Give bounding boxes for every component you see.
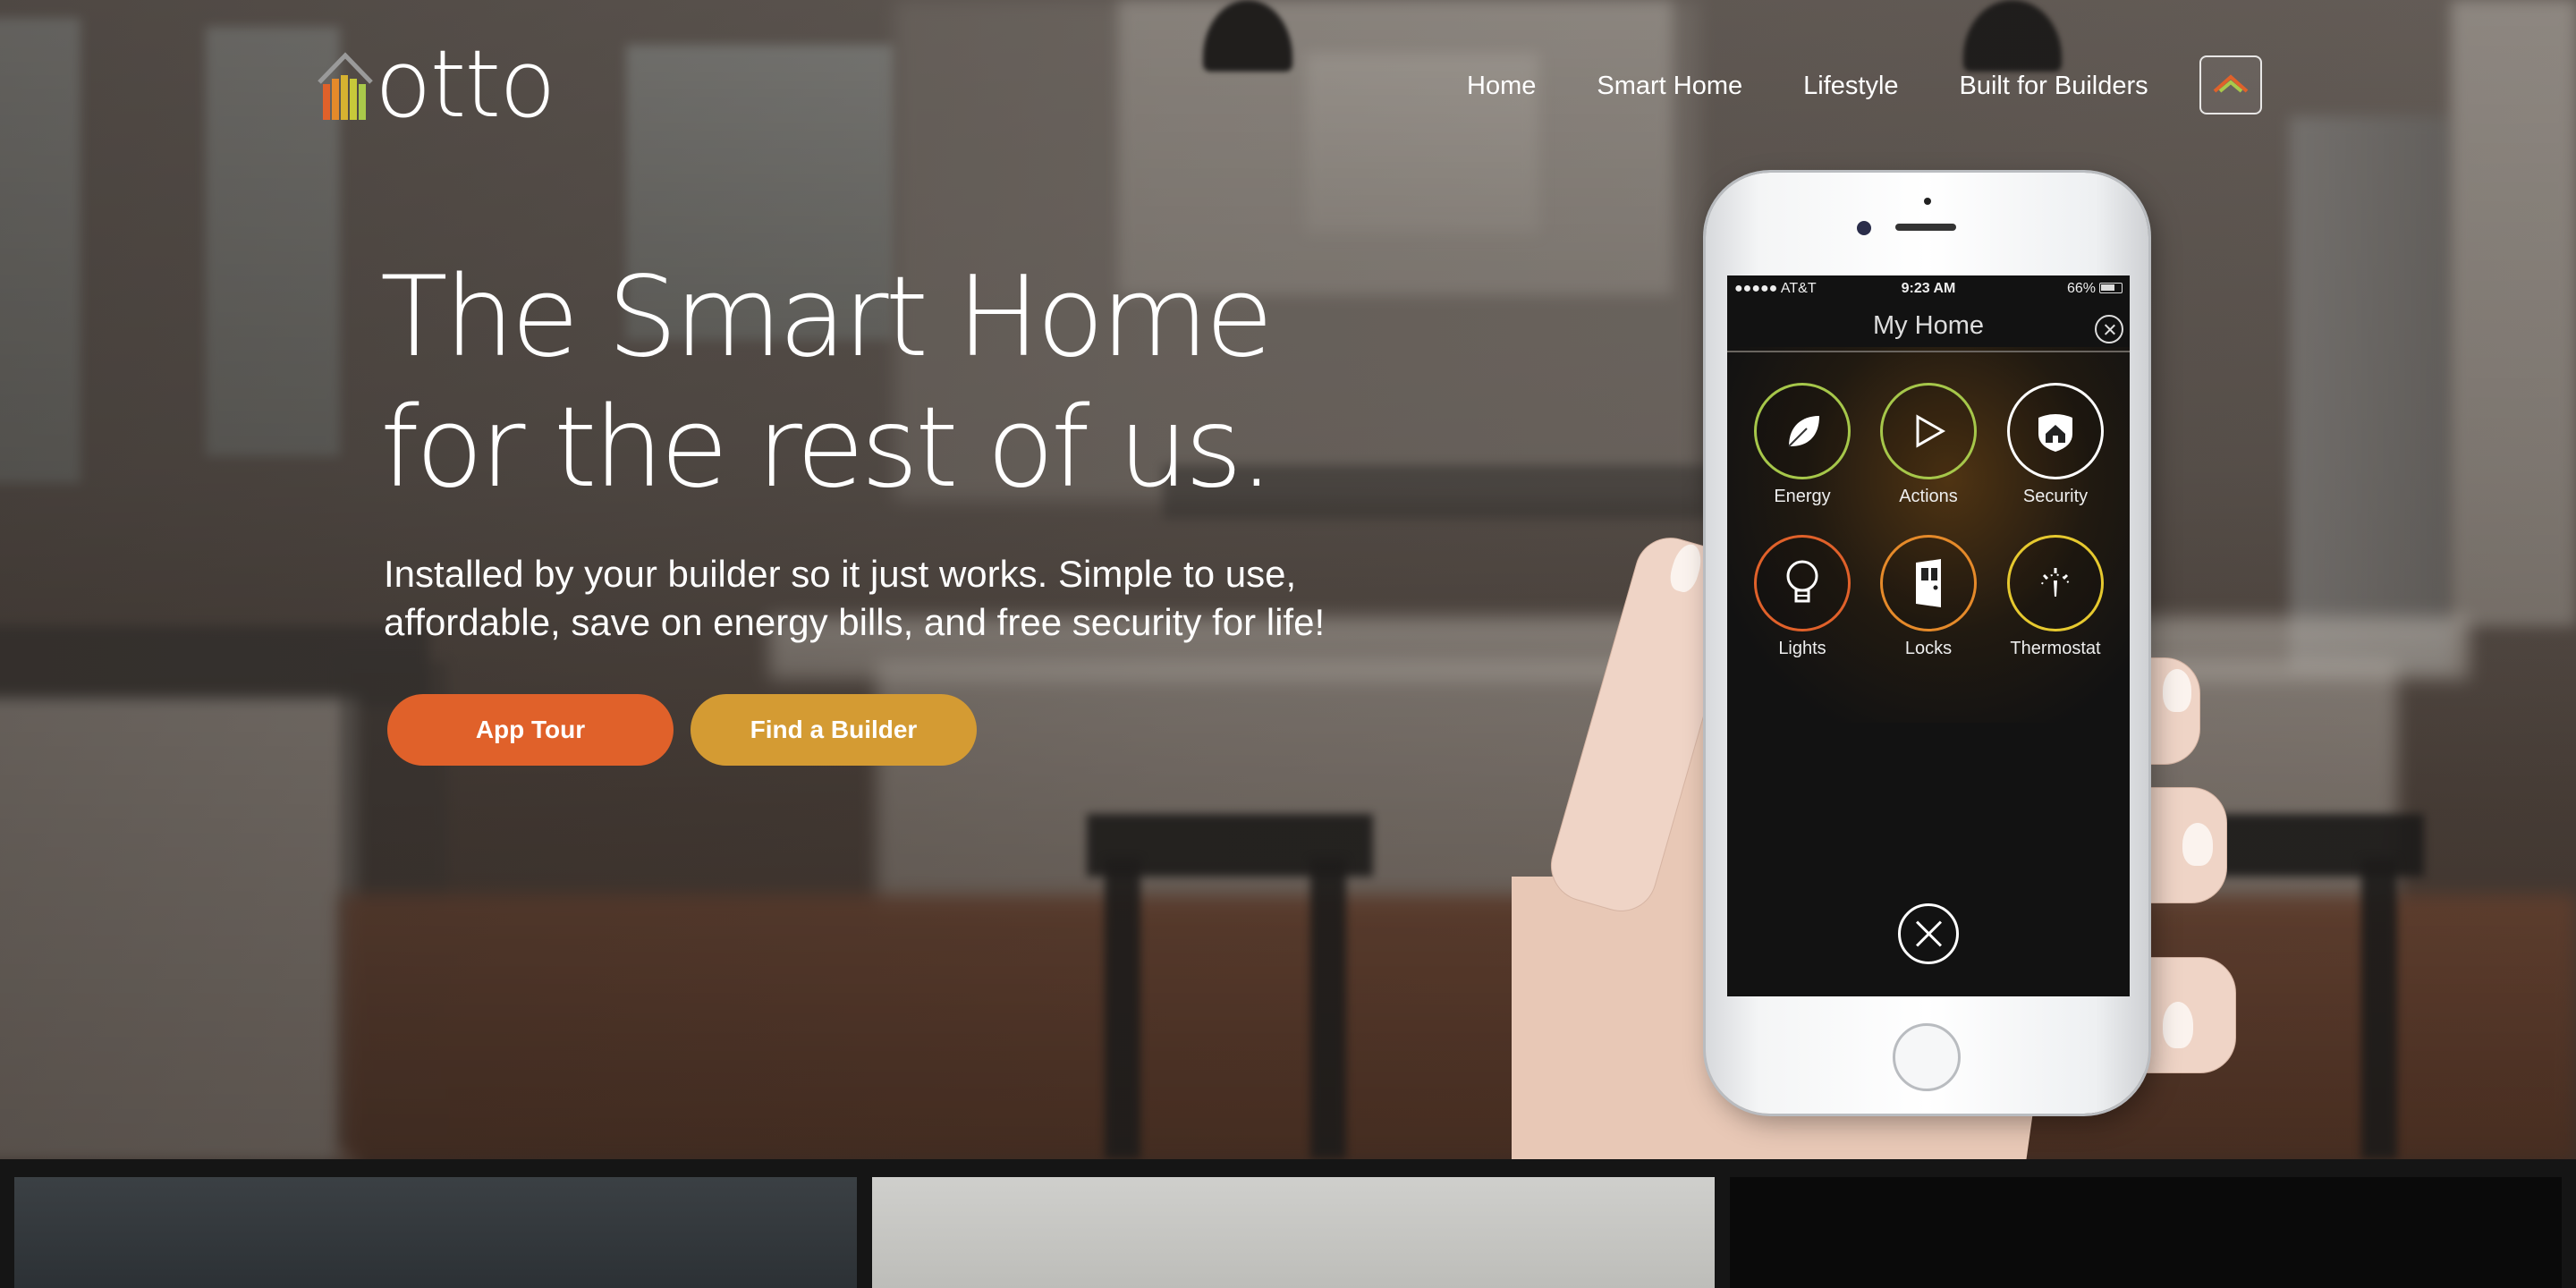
screen-title: My Home xyxy=(1872,311,1985,340)
phone-camera xyxy=(1857,221,1871,235)
feature-strip xyxy=(0,1159,2576,1288)
tile-locks[interactable]: Locks xyxy=(1875,535,1982,659)
bulb-icon xyxy=(1786,560,1818,603)
headline-line-2: for the rest of us. xyxy=(380,384,1275,513)
thermostat-icon xyxy=(2041,568,2070,597)
play-icon xyxy=(1916,414,1946,448)
tile-energy[interactable]: Energy xyxy=(1749,383,1856,507)
tile-actions[interactable]: Actions xyxy=(1875,383,1982,507)
nav-smart-home[interactable]: Smart Home xyxy=(1597,66,1742,106)
shield-home-icon xyxy=(2038,414,2072,452)
nav-built-for-builders[interactable]: Built for Builders xyxy=(1960,66,2148,106)
logo-house-icon xyxy=(318,48,373,122)
status-bar: ●●●●● AT&T 9:23 AM 66% xyxy=(1727,275,2130,302)
nav-home[interactable]: Home xyxy=(1467,66,1536,106)
tile-label: Security xyxy=(2022,487,2089,506)
logo[interactable]: otto xyxy=(318,30,556,139)
leaf-icon xyxy=(1788,416,1819,447)
phone-home-button[interactable] xyxy=(1893,1023,1961,1091)
close-icon[interactable] xyxy=(2095,315,2123,343)
hero-subhead: Installed by your builder so it just wor… xyxy=(384,553,1326,643)
feature-panel-3[interactable] xyxy=(1730,1177,2562,1288)
main-nav: Home Smart Home Lifestyle Built for Buil… xyxy=(1467,66,2148,106)
brand-name: otto xyxy=(375,30,556,139)
tile-label: Locks xyxy=(1904,639,1953,658)
hero-headline: The Smart Home for the rest of us. xyxy=(380,252,1275,513)
tile-lights[interactable]: Lights xyxy=(1749,535,1856,659)
door-icon xyxy=(1916,559,1941,607)
house-roof-icon xyxy=(2213,74,2249,93)
feature-panel-1[interactable] xyxy=(14,1177,857,1288)
tile-security[interactable]: Security xyxy=(2002,383,2109,507)
headline-line-1: The Smart Home xyxy=(380,253,1274,382)
phone-speaker xyxy=(1895,224,1956,231)
battery-icon xyxy=(2099,283,2123,293)
tile-label: Thermostat xyxy=(2010,639,2101,658)
app-tour-button[interactable]: App Tour xyxy=(387,694,674,766)
screen-divider xyxy=(1727,351,2130,352)
tile-label: Energy xyxy=(1774,487,1831,506)
tile-thermostat[interactable]: Thermostat xyxy=(2002,535,2109,659)
tile-label: Lights xyxy=(1778,639,1826,658)
tile-label: Actions xyxy=(1899,487,1958,506)
nav-home-icon-button[interactable] xyxy=(2199,55,2262,114)
nav-lifestyle[interactable]: Lifestyle xyxy=(1803,66,1898,106)
status-battery-text: 66% xyxy=(2066,281,2096,296)
dismiss-close-icon[interactable] xyxy=(1898,903,1959,964)
feature-panel-2[interactable] xyxy=(872,1177,1715,1288)
smartphone: ●●●●● AT&T 9:23 AM 66% My Home Energy Ac… xyxy=(1706,173,2148,1114)
phone-sensor xyxy=(1924,198,1931,205)
find-builder-button[interactable]: Find a Builder xyxy=(691,694,977,766)
phone-screen: ●●●●● AT&T 9:23 AM 66% My Home Energy Ac… xyxy=(1727,275,2130,996)
